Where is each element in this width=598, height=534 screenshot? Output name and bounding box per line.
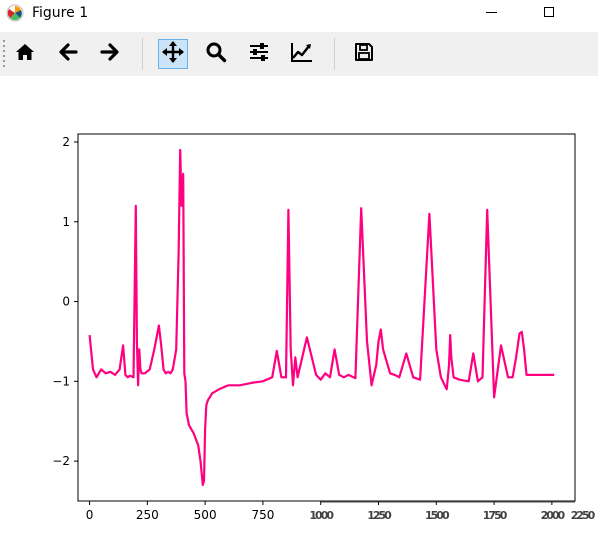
arrow-right-icon (99, 41, 121, 67)
zoom-button[interactable] (201, 39, 231, 69)
sliders-icon (248, 41, 270, 67)
y-tick-label: 2 (62, 135, 70, 149)
back-button[interactable] (53, 39, 83, 69)
home-button[interactable] (10, 39, 40, 69)
plot-svg[interactable]: 2 1 0 −1 −2 0 250 500 750 1000 1250 1500 1750 2000 225… (0, 76, 598, 534)
edit-axes-button[interactable] (287, 39, 317, 69)
y-tick-label: 1 (62, 215, 70, 229)
x-tick-label-garbled: 1500 (425, 509, 450, 522)
title-bar: Figure 1 (0, 0, 598, 28)
y-tick-label: −2 (52, 454, 70, 468)
maximize-button[interactable] (526, 0, 572, 24)
x-tick-label: 500 (194, 508, 217, 522)
magnifier-icon (205, 41, 227, 67)
line-chart-icon (290, 41, 314, 67)
x-tick-label-garbled: 1750 (483, 509, 508, 522)
home-icon (14, 41, 36, 67)
x-tick-label: 250 (136, 508, 159, 522)
series-line (88, 148, 555, 487)
axes[interactable]: 2 1 0 −1 −2 0 250 500 750 1000 1250 1500 1750 2000 225… (52, 133, 598, 522)
x-tick-label-garbled: 1250 (367, 509, 392, 522)
y-tick-label: 0 (62, 295, 70, 309)
floppy-disk-icon (353, 41, 375, 67)
configure-subplots-button[interactable] (244, 39, 274, 69)
y-tick-label: −1 (52, 374, 70, 388)
forward-button[interactable] (95, 39, 125, 69)
move-icon (161, 40, 185, 68)
axes-frame (77, 133, 576, 502)
toolbar-grip-icon[interactable] (2, 38, 6, 70)
toolbar-separator (334, 38, 335, 70)
minimize-button[interactable] (468, 0, 514, 24)
minimize-icon (485, 11, 497, 13)
x-tick-label-garbled: 2000 (541, 509, 566, 522)
figure-canvas[interactable]: 2 1 0 −1 −2 0 250 500 750 1000 1250 1500 1750 2000 225… (0, 76, 598, 534)
maximize-icon (544, 7, 554, 17)
navigation-toolbar (0, 32, 598, 76)
matplotlib-icon (6, 4, 24, 22)
x-tick-label-garbled: 1000 (309, 509, 334, 522)
figure-window: Figure 1 2 1 0 −1 −2 0 250 500 750 1000 … (0, 0, 598, 534)
arrow-left-icon (57, 41, 79, 67)
window-title: Figure 1 (32, 5, 89, 21)
save-button[interactable] (349, 39, 379, 69)
pan-button[interactable] (158, 39, 188, 69)
x-tick-label: 0 (86, 508, 94, 522)
x-tick-label: 750 (251, 508, 274, 522)
toolbar-separator (142, 38, 143, 70)
x-tick-label-garbled: 2250 (571, 509, 596, 522)
